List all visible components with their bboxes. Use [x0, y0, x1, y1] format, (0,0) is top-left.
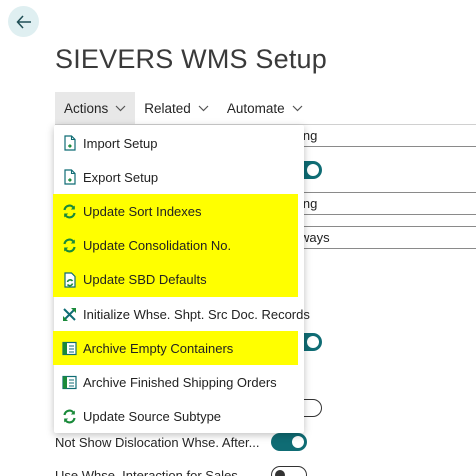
form-row-label: Use Whse. Interaction for Sales...	[55, 468, 249, 476]
field-value: ways	[300, 230, 330, 245]
archive-icon	[62, 340, 77, 356]
tab-label: Actions	[64, 101, 109, 116]
refresh-document-icon	[62, 272, 77, 288]
menu-item-update-sort-indexes[interactable]: Update Sort Indexes	[53, 194, 298, 229]
menu-item-label: Update SBD Defaults	[83, 272, 207, 288]
form-row-label: Not Show Dislocation Whse. After...	[55, 435, 260, 450]
menu-item-update-sbd-defaults[interactable]: Update SBD Defaults	[53, 262, 298, 297]
tab-actions[interactable]: Actions	[55, 92, 136, 125]
archive-icon	[62, 374, 77, 390]
refresh-icon	[62, 409, 77, 425]
import-document-icon	[62, 135, 77, 151]
menu-item-label: Update Sort Indexes	[83, 203, 202, 219]
toggle-switch[interactable]	[271, 466, 307, 476]
back-button[interactable]	[8, 6, 39, 37]
menu-item-initialize-whse-shpt-records[interactable]: Initialize Whse. Shpt. Src Doc. Records	[54, 297, 310, 331]
action-bar: Actions Related Automate	[55, 92, 312, 125]
arrow-left-icon	[15, 14, 32, 29]
tab-related[interactable]: Related	[135, 92, 218, 125]
menu-item-archive-empty-containers[interactable]: Archive Empty Containers	[53, 331, 298, 366]
menu-item-label: Update Source Subtype	[83, 409, 222, 425]
page-title: SIEVERS WMS Setup	[55, 44, 327, 74]
menu-item-archive-finished-shipping-orders[interactable]: Archive Finished Shipping Orders	[54, 365, 304, 399]
refresh-icon	[62, 238, 77, 254]
refresh-icon	[62, 203, 77, 219]
toggle-switch[interactable]	[271, 433, 307, 451]
chevron-down-icon	[198, 105, 209, 112]
chevron-down-icon	[115, 105, 126, 112]
menu-item-label: Initialize Whse. Shpt. Src Doc. Records	[83, 306, 310, 322]
menu-item-label: Import Setup	[83, 135, 158, 151]
chevron-down-icon	[292, 105, 303, 112]
menu-item-update-consolidation-no[interactable]: Update Consolidation No.	[53, 228, 298, 263]
tab-label: Related	[144, 101, 191, 116]
menu-item-label: Archive Finished Shipping Orders	[83, 374, 277, 390]
initialize-icon	[62, 306, 77, 322]
menu-item-export-setup[interactable]: Export Setup	[54, 160, 304, 194]
menu-item-update-source-subtype[interactable]: Update Source Subtype	[54, 400, 304, 434]
menu-item-label: Archive Empty Containers	[83, 340, 234, 356]
menu-item-label: Update Consolidation No.	[83, 238, 232, 254]
menu-item-label: Export Setup	[83, 169, 159, 185]
export-document-icon	[62, 169, 77, 185]
actions-dropdown-menu: Import Setup Export Setup Update Sort In…	[53, 125, 310, 434]
tab-label: Automate	[226, 101, 285, 116]
tab-automate[interactable]: Automate	[218, 92, 312, 125]
menu-item-import-setup[interactable]: Import Setup	[54, 126, 304, 160]
